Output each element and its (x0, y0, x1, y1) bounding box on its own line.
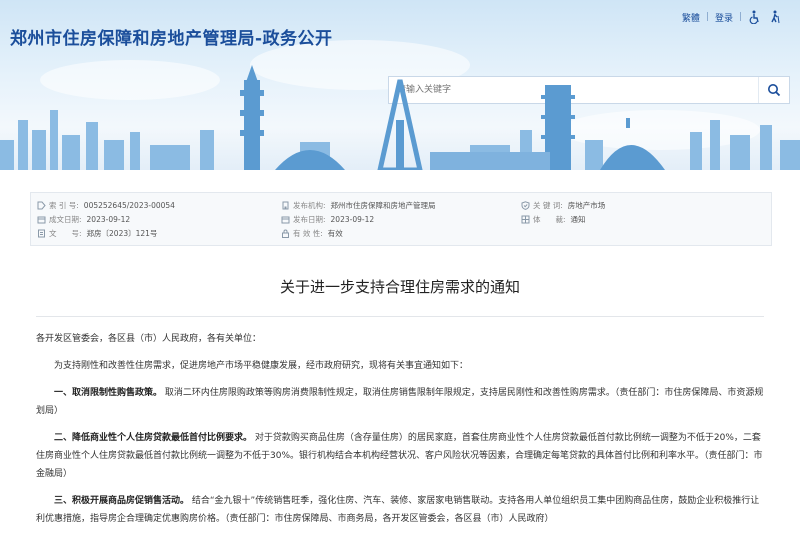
article-title: 关于进一步支持合理住房需求的通知 (279, 278, 520, 296)
article-body: 各开发区管委会，各区县（市）人民政府，各有关单位： 为支持刚性和改善性住房需求，… (36, 330, 764, 537)
building-icon (281, 201, 290, 210)
calendar-icon (37, 215, 46, 224)
metadata-keywords: 关 键 词: 房地产市场 (521, 198, 605, 212)
item-heading: 一、取消限制性购售政策。 (54, 388, 163, 398)
article-item-3: 三、积极开展商品房促销售活动。 结合“金九银十”传统销售旺季，强化住房、汽车、装… (36, 492, 764, 528)
metadata-issuer: 发布机构: 郑州市住房保障和房地产管理局 (281, 198, 436, 212)
separator: | (705, 12, 709, 22)
lock-icon (281, 229, 290, 238)
metadata-written-date: 成文日期: 2023-09-12 (37, 212, 175, 226)
site-title[interactable]: 郑州市住房保障和房地产管理局-政务公开 (10, 24, 333, 49)
item-heading: 二、降低商业性个人住房贷款最低首付比例要求。 (54, 433, 253, 443)
top-utility-bar: 繁體 | 登录 | (682, 10, 782, 25)
metadata-validity: 有 效 性: 有效 (281, 226, 436, 240)
metadata-column-3: 关 键 词: 房地产市场 体 裁: 通知 (521, 198, 605, 226)
tag-icon (37, 201, 46, 210)
metadata-column-2: 发布机构: 郑州市住房保障和房地产管理局 发布日期: 2023-09-12 有 … (281, 198, 436, 240)
intro-paragraph: 为支持刚性和改善性住房需求，促进房地产市场平稳健康发展，经市政府研究，现将有关事… (54, 361, 469, 371)
document-metadata-panel: 索 引 号: 005252645/2023-00054 成文日期: 2023-0… (30, 192, 772, 246)
grid-icon (521, 215, 530, 224)
document-icon (37, 229, 46, 238)
metadata-index: 索 引 号: 005252645/2023-00054 (37, 198, 175, 212)
article-item-2: 二、降低商业性个人住房贷款最低首付比例要求。 对于贷款购买商品住房（含存量住房）… (36, 429, 764, 483)
city-skyline-illustration (0, 65, 800, 170)
login-link[interactable]: 登录 (715, 11, 733, 24)
salutation: 各开发区管委会，各区县（市）人民政府，各有关单位： (36, 334, 262, 344)
title-divider (36, 316, 764, 317)
accessibility-icon[interactable] (748, 10, 762, 25)
elderly-mode-icon[interactable] (768, 10, 782, 24)
shield-check-icon (521, 200, 530, 210)
metadata-doc-number: 文 号: 郑房〔2023〕121号 (37, 226, 175, 240)
separator: | (738, 12, 742, 22)
traditional-chinese-link[interactable]: 繁體 (682, 11, 700, 24)
header-banner: 郑州市住房保障和房地产管理局-政务公开 繁體 | 登录 | (0, 0, 800, 170)
metadata-publish-date: 发布日期: 2023-09-12 (281, 212, 436, 226)
calendar-icon (281, 215, 290, 224)
article-item-1: 一、取消限制性购售政策。 取消二环内住房限购政策等购房消费限制性规定，取消住房销… (36, 384, 764, 420)
metadata-column-1: 索 引 号: 005252645/2023-00054 成文日期: 2023-0… (37, 198, 175, 240)
metadata-genre: 体 裁: 通知 (521, 212, 605, 226)
item-heading: 三、积极开展商品房促销售活动。 (54, 496, 190, 506)
